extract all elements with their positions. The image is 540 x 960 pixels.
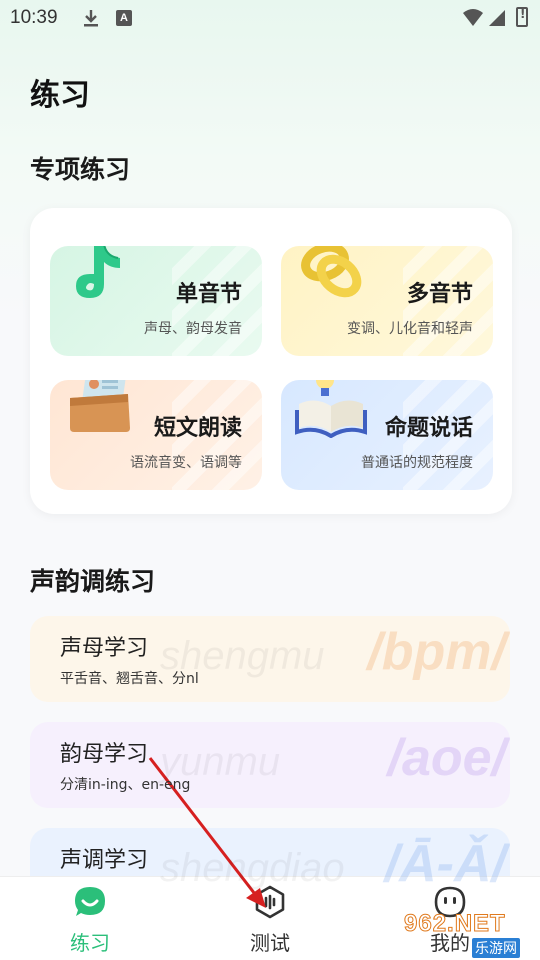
row-subtitle: 分清in-ing、en-eng bbox=[60, 777, 191, 793]
linked-rings-icon bbox=[301, 246, 362, 298]
signal-icon bbox=[489, 10, 505, 26]
row-finals-study[interactable]: yunmu /aoe/ 韵母学习 分清in-ing、en-eng bbox=[30, 722, 510, 808]
row-bg-script: shengdiao bbox=[160, 846, 345, 890]
card-subtitle: 变调、儿化音和轻声 bbox=[347, 321, 473, 337]
row-title: 声调学习 bbox=[60, 848, 149, 873]
watermark-logo: 962.NET 乐游网 bbox=[402, 908, 536, 958]
card-subtitle: 语流音变、语调等 bbox=[130, 455, 242, 471]
card-title: 多音节 bbox=[406, 282, 473, 307]
card-passage-reading[interactable]: 短文朗读 语流音变、语调等 bbox=[50, 380, 262, 490]
watermark-sub: 乐游网 bbox=[472, 938, 520, 958]
status-bar: 10:39 A bbox=[0, 0, 540, 36]
status-time: 10:39 bbox=[10, 7, 58, 28]
row-bg-pinyin: /Ā-Ǎ/ bbox=[384, 835, 506, 893]
card-title: 短文朗读 bbox=[153, 416, 242, 441]
card-subtitle: 声母、韵母发音 bbox=[144, 321, 242, 337]
watermark-main: 962.NET bbox=[404, 910, 506, 938]
card-title: 单音节 bbox=[175, 282, 242, 307]
chat-bubble-icon bbox=[75, 887, 105, 916]
row-subtitle: 平舌音、翘舌音、分nl bbox=[60, 671, 199, 687]
tone-section-title: 声韵调练习 bbox=[30, 567, 156, 596]
wifi-icon bbox=[463, 9, 483, 26]
music-note-icon bbox=[76, 246, 120, 298]
card-multi-syllable[interactable]: 多音节 变调、儿化音和轻声 bbox=[281, 246, 493, 356]
tab-label: 测试 bbox=[250, 931, 290, 955]
special-section-title: 专项练习 bbox=[30, 155, 131, 184]
tab-label: 练习 bbox=[70, 931, 110, 955]
row-title: 韵母学习 bbox=[60, 742, 149, 767]
tab-practice[interactable]: 练习 bbox=[30, 877, 150, 960]
battery-icon bbox=[516, 7, 528, 27]
row-bg-pinyin: /bpm/ bbox=[367, 623, 506, 681]
special-practice-panel: 单音节 声母、韵母发音 多音节 变调、儿化音和轻声 短文朗读 语流音变、语调等 bbox=[30, 208, 512, 514]
book-lightbulb-icon bbox=[295, 380, 367, 438]
a-badge-icon: A bbox=[116, 10, 132, 26]
download-icon bbox=[84, 10, 98, 27]
row-bg-pinyin: /aoe/ bbox=[387, 729, 507, 787]
document-folder-icon bbox=[70, 380, 130, 432]
card-subtitle: 普通话的规范程度 bbox=[361, 455, 473, 471]
page-title: 练习 bbox=[30, 78, 90, 113]
row-title: 声母学习 bbox=[60, 636, 149, 661]
card-single-syllable[interactable]: 单音节 声母、韵母发音 bbox=[50, 246, 262, 356]
card-topic-speaking[interactable]: 命题说话 普通话的规范程度 bbox=[281, 380, 493, 490]
row-initials-study[interactable]: shengmu /bpm/ 声母学习 平舌音、翘舌音、分nl bbox=[30, 616, 510, 702]
card-title: 命题说话 bbox=[384, 416, 473, 441]
